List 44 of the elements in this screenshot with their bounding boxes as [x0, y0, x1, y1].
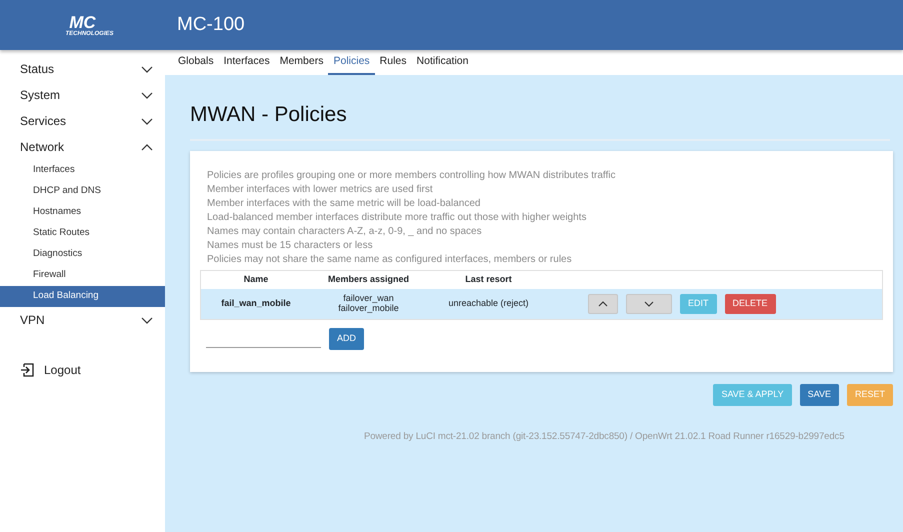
add-button[interactable]: ADD: [329, 328, 364, 350]
column-header: Last resort: [464, 272, 513, 286]
sidebar-subitem[interactable]: Interfaces: [0, 160, 165, 181]
move-down-button[interactable]: [626, 294, 672, 314]
sidebar-item[interactable]: System: [20, 86, 60, 104]
delete-button[interactable]: DELETE: [724, 294, 776, 314]
sidebar-subitem[interactable]: Diagnostics: [0, 244, 165, 265]
table-cell-text: fail_wan_mobile: [220, 296, 292, 310]
table-cell-text: unreachable (reject): [447, 296, 530, 310]
tab[interactable]: Rules: [374, 50, 412, 75]
sidebar-item[interactable]: Status: [20, 60, 54, 78]
description-line: Policies may not share the same name as configured interfaces, members or rules: [207, 252, 573, 266]
tab[interactable]: Policies: [328, 50, 375, 75]
action-button[interactable]: SAVE: [800, 384, 839, 406]
column-header: Members assigned: [326, 274, 410, 284]
logout-link[interactable]: Logout: [44, 361, 81, 379]
description-line: Member interfaces with the same metric will be load-balanced: [207, 196, 482, 210]
tab[interactable]: Members: [274, 50, 328, 75]
move-up-button[interactable]: [588, 294, 618, 314]
sidebar-subitem[interactable]: Load Balancing: [0, 286, 165, 307]
description-line: Policies are profiles grouping one or more members controlling how MWAN distributes traffic: [207, 168, 617, 182]
sidebar-subitem[interactable]: Firewall: [0, 265, 165, 286]
description-line: Names must be 15 characters or less: [207, 238, 374, 252]
description-line: Member interfaces with lower metrics are used first: [207, 182, 434, 196]
chevron-up-icon: [598, 300, 608, 306]
page-header-title: MC-100: [176, 12, 245, 37]
logo-text: MC: [69, 14, 96, 30]
description-line: Load-balanced member interfaces distribute more traffic out those with higher weights: [207, 210, 588, 224]
sidebar-item[interactable]: VPN: [20, 311, 45, 329]
sidebar-subitem[interactable]: Hostnames: [0, 202, 165, 223]
sidebar-item[interactable]: Network: [20, 138, 64, 156]
footer-text: Powered by LuCI mct-21.02 branch (git-23.152.55747-2dbc850) / OpenWrt 21.02.1 Road Runner r16529-b2997edc5: [363, 430, 846, 444]
tab[interactable]: Globals: [173, 50, 219, 75]
table-cell-text: failover_wan failover_mobile: [337, 294, 400, 314]
description-line: Names may contain characters A-Z, a-z, 0-9, _ and no spaces: [207, 224, 483, 238]
sidebar-subitem[interactable]: DHCP and DNS: [0, 181, 165, 202]
sidebar-subitem[interactable]: Static Routes: [0, 223, 165, 244]
page-title: MWAN - Policies: [190, 99, 890, 140]
tab[interactable]: Notification: [412, 50, 474, 75]
sidebar-item[interactable]: Services: [20, 112, 66, 130]
tab[interactable]: Interfaces: [218, 50, 275, 75]
column-header: Name: [242, 272, 270, 286]
chevron-down-icon: [644, 300, 654, 306]
logout-icon[interactable]: [20, 363, 34, 377]
